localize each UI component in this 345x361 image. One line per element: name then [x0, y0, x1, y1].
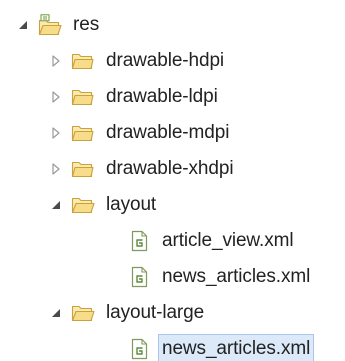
tree-item-label: layout-large: [106, 302, 205, 323]
expand-arrow-icon[interactable]: [48, 53, 64, 69]
folder-open-icon: [70, 193, 96, 217]
folder-icon: [70, 85, 96, 109]
tree-item-news-articles-xml-large[interactable]: news_articles.xml: [104, 329, 315, 361]
collapse-arrow-icon[interactable]: [15, 17, 31, 33]
no-toggle-spacer: [104, 233, 120, 249]
tree-item-article-view-xml[interactable]: article_view.xml: [104, 221, 296, 261]
tree-item-label: drawable-ldpi: [106, 86, 218, 107]
tree-item-res[interactable]: res: [15, 5, 102, 45]
folder-icon: [70, 157, 96, 181]
expand-arrow-icon[interactable]: [48, 161, 64, 177]
tree-item-label: news_articles.xml: [157, 334, 315, 361]
folder-open-icon: [70, 301, 96, 325]
expand-arrow-icon[interactable]: [48, 89, 64, 105]
tree-item-drawable-mdpi[interactable]: drawable-mdpi: [48, 113, 232, 153]
tree-item-label: res: [73, 14, 100, 35]
tree-item-drawable-hdpi[interactable]: drawable-hdpi: [48, 41, 227, 81]
tree-item-drawable-ldpi[interactable]: drawable-ldpi: [48, 77, 221, 117]
no-toggle-spacer: [104, 269, 120, 285]
collapse-arrow-icon[interactable]: [48, 305, 64, 321]
folder-icon: [70, 49, 96, 73]
tree-item-drawable-xhdpi[interactable]: drawable-xhdpi: [48, 149, 236, 189]
tree-item-label: drawable-mdpi: [106, 122, 230, 143]
xml-file-icon: [126, 337, 152, 361]
collapse-arrow-icon[interactable]: [48, 197, 64, 213]
tree-item-label: article_view.xml: [162, 230, 294, 251]
tree-item-label: drawable-hdpi: [106, 50, 225, 71]
tree-item-label: news_articles.xml: [162, 266, 311, 287]
folder-icon: [70, 121, 96, 145]
tree-item-label: drawable-xhdpi: [106, 158, 234, 179]
project-explorer-tree: res drawable-hdpi drawable-ldpi drawable…: [0, 0, 345, 361]
tree-item-layout[interactable]: layout: [48, 185, 159, 225]
expand-arrow-icon[interactable]: [48, 125, 64, 141]
xml-file-icon: [126, 265, 152, 289]
tree-item-label: layout: [106, 194, 157, 215]
tree-item-news-articles-xml[interactable]: news_articles.xml: [104, 257, 313, 297]
tree-item-layout-large[interactable]: layout-large: [48, 293, 207, 333]
no-toggle-spacer: [104, 341, 120, 357]
xml-file-icon: [126, 229, 152, 253]
package-folder-icon: [37, 13, 63, 37]
